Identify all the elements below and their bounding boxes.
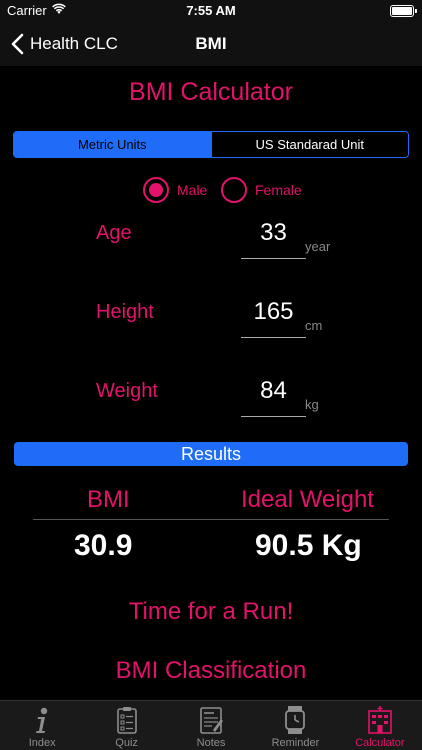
bmi-classification-title[interactable]: BMI Classification (0, 657, 422, 685)
female-label: Female (255, 182, 302, 198)
tab-quiz[interactable]: Quiz (84, 701, 168, 750)
chevron-left-icon (11, 33, 24, 55)
info-icon (36, 707, 48, 733)
tab-label: Quiz (115, 737, 138, 749)
back-button[interactable]: Health CLC (10, 22, 118, 66)
tab-label: Notes (196, 737, 226, 749)
us-units-segment[interactable]: US Standarad Unit (210, 132, 408, 157)
navigation-bar: Health CLC BMI (0, 22, 422, 66)
radio-selected-icon (143, 177, 169, 203)
calculator-title: BMI Calculator (129, 78, 293, 106)
weight-label: Weight (96, 380, 158, 402)
watch-icon (285, 706, 306, 734)
clock: 7:55 AM (186, 3, 236, 18)
bmi-value: 30.9 (74, 529, 133, 562)
male-radio[interactable]: Male (143, 176, 207, 204)
result-message: Time for a Run! (128, 598, 294, 625)
unit-segmented-control: Metric Units US Standarad Unit (13, 131, 409, 158)
age-underline (241, 258, 306, 259)
height-unit: cm (305, 318, 323, 333)
radio-unselected-icon (221, 177, 247, 203)
age-label: Age (96, 222, 132, 244)
results-divider (33, 519, 389, 520)
weight-input[interactable]: 84 (241, 377, 306, 405)
notes-icon (200, 707, 224, 734)
weight-unit: kg (305, 397, 319, 412)
tab-notes[interactable]: Notes (169, 701, 253, 750)
tab-bar: Index Quiz Notes Reminder Calculator (0, 700, 422, 750)
height-underline (241, 337, 306, 338)
age-unit: year (305, 239, 331, 254)
age-input[interactable]: 33 (241, 219, 306, 247)
tab-label: Calculator (355, 737, 405, 749)
tab-label: Index (28, 737, 56, 749)
height-input[interactable]: 165 (241, 298, 306, 326)
battery-icon (390, 5, 417, 17)
results-button[interactable]: Results (14, 442, 408, 466)
ideal-weight-value: 90.5 Kg (255, 529, 362, 562)
metric-units-segment[interactable]: Metric Units (14, 132, 211, 157)
clipboard-icon (116, 707, 137, 734)
status-bar: Carrier 7:55 AM (0, 0, 422, 22)
male-label: Male (177, 182, 208, 198)
tab-reminder[interactable]: Reminder (253, 701, 337, 750)
tab-index[interactable]: Index (0, 701, 84, 750)
tab-calculator[interactable]: Calculator (338, 701, 422, 750)
weight-underline (241, 416, 306, 417)
female-radio[interactable]: Female (221, 176, 302, 204)
tab-label: Reminder (271, 737, 320, 749)
back-button-label: Health CLC (30, 34, 118, 53)
ideal-weight-label: Ideal Weight (241, 486, 374, 513)
building-icon (368, 706, 392, 734)
height-label: Height (96, 301, 154, 323)
bmi-label: BMI (87, 486, 130, 513)
